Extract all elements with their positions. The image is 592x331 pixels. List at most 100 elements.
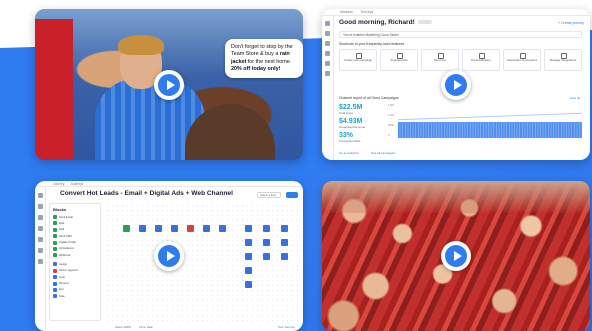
dashboard-metrics: $22.5M Total spent $4.93M Generated Revenu… (339, 104, 384, 146)
journey-top-tab: Journeys (70, 182, 84, 186)
journey-top-tab: Journey (53, 182, 65, 186)
sidebar-icon (37, 215, 43, 220)
journey-node (281, 253, 288, 260)
play-button[interactable] (154, 69, 184, 100)
journey-blocks-panel: Blocks Send Email Wait Split Send SMS Up… (49, 203, 101, 321)
bubble-line-2a: Team Store & buy a (231, 51, 280, 58)
block-item: Update Profile (53, 240, 97, 245)
chart-line (398, 112, 582, 121)
journey-node (281, 239, 288, 246)
journey-node (281, 225, 288, 232)
y-tick: 500K (388, 124, 395, 127)
journey-bottom-bar: Zoom 100% Fit to view (115, 325, 153, 329)
panel-title: Blocks (53, 207, 67, 212)
bottom-item: Fit to view (139, 325, 153, 329)
dashboard-footer-links: Go to Analytics See all campaigns (339, 151, 396, 155)
play-button[interactable] (441, 241, 471, 271)
dashboard-chart-section: Channel report of all Omni Campaigns (339, 96, 399, 100)
block-item: Wait (53, 221, 97, 226)
sidebar-icon (325, 31, 330, 36)
journey-video-tile[interactable]: Journey Journeys Convert Hot Leads - Ema… (35, 181, 303, 331)
play-icon (158, 245, 180, 267)
shortcut-card: Automation & programs (503, 49, 541, 71)
journey-node (245, 281, 252, 288)
journey-node (171, 225, 178, 232)
metric: $4.93M Generated Revenue (339, 118, 366, 129)
journey-node (245, 239, 252, 246)
play-button[interactable] (154, 241, 184, 271)
sidebar-icon (37, 259, 43, 264)
chart-bars (398, 122, 582, 138)
bubble-line-4: 20% off today only! (231, 65, 281, 72)
crowd-video-thumbnail-top (322, 181, 590, 213)
y-tick: 1.0M (388, 114, 394, 117)
journey-node (123, 225, 130, 232)
journey-node (263, 253, 270, 260)
crowd-video-tile[interactable] (322, 181, 590, 331)
sidebar-icon (325, 71, 330, 76)
metric: 33% Conversion Rate (339, 132, 361, 143)
bubble-line-1: Don't forget to stop by the (231, 44, 293, 50)
block-item: Assign (53, 262, 97, 267)
journey-node (245, 253, 252, 260)
block-item: Add to segment (53, 268, 97, 273)
play-icon (445, 73, 467, 96)
journey-node (139, 225, 146, 232)
block-item: Note (53, 294, 97, 299)
sidebar-icon (37, 237, 43, 242)
bubble-line-3: for the next home. (247, 58, 292, 65)
fan-hair (118, 35, 164, 55)
journey-node (263, 239, 270, 246)
journey-sidebar (35, 187, 46, 331)
journey-node (245, 267, 252, 274)
block-item: Exit (53, 287, 97, 292)
sidebar-icon (37, 248, 43, 253)
block-item: Split (53, 227, 97, 232)
journey-node (203, 225, 210, 232)
sidebar-icon (325, 41, 330, 46)
fan-video-thumbnail-left (35, 19, 73, 160)
dashboard-chart: 1.5M 1.0M 500K 0 (388, 104, 582, 146)
dashboard-top-bar: Marketo Surveys (322, 9, 590, 16)
block-item: Ad Audience (53, 246, 97, 251)
y-tick: 1.5M (388, 104, 394, 107)
dashboard-video-tile[interactable]: Marketo Surveys Good morning, Richard! +… (322, 9, 590, 160)
journey-save-button (286, 192, 298, 198)
dashboard-shortcut-cards: Create new campaign Segment lists New fo… (339, 49, 582, 71)
journey-node (187, 225, 194, 232)
sidebar-icon (37, 226, 43, 231)
play-button[interactable] (441, 69, 471, 100)
block-item: Goal (53, 275, 97, 280)
footer-link: Go to Analytics (339, 151, 360, 155)
play-icon (445, 245, 467, 267)
dashboard-greeting: Good morning, Richard! (339, 19, 432, 26)
bottom-item: Zoom 100% (115, 325, 132, 329)
shortcut-card: Manage Integrations (544, 49, 582, 71)
dashboard-section-title: Shortcuts to your frequently-used featur… (339, 42, 405, 46)
journey-bottom-link: Test Journey (277, 325, 295, 329)
block-item: Webhook (53, 253, 97, 258)
block-item: Send Email (53, 215, 97, 219)
notification-bubble: Don't forget to stop by the Team Store &… (225, 39, 303, 79)
shortcut-card: Create new campaign (339, 49, 377, 71)
block-item: Send SMS (53, 234, 97, 239)
fan-video-tile[interactable]: Don't forget to stop by the Team Store &… (35, 9, 303, 160)
footer-link: See all campaigns (371, 151, 396, 155)
journey-node (245, 225, 252, 232)
journey-select: Select a flow (257, 192, 281, 198)
sidebar-icon (37, 193, 43, 198)
dashboard-notice: You've enabled Marketing Cloud Studio (339, 31, 582, 38)
journey-node (155, 225, 162, 232)
block-item: Remove (53, 281, 97, 286)
journey-node (219, 225, 226, 232)
dashboard-top-link: + Create journey (558, 21, 584, 25)
journey-top-bar: Journey Journeys (35, 181, 303, 187)
journey-title: Convert Hot Leads - Email + Digital Ads … (60, 190, 233, 197)
dashboard-top-tab: Marketo (340, 10, 353, 14)
shortcut-card: Segment lists (380, 49, 418, 71)
dashboard-chart-link: View all (569, 96, 580, 100)
sidebar-icon (325, 61, 330, 66)
y-tick: 0 (388, 134, 390, 137)
shortcut-card: New form (421, 49, 459, 71)
journey-canvas (105, 203, 299, 321)
